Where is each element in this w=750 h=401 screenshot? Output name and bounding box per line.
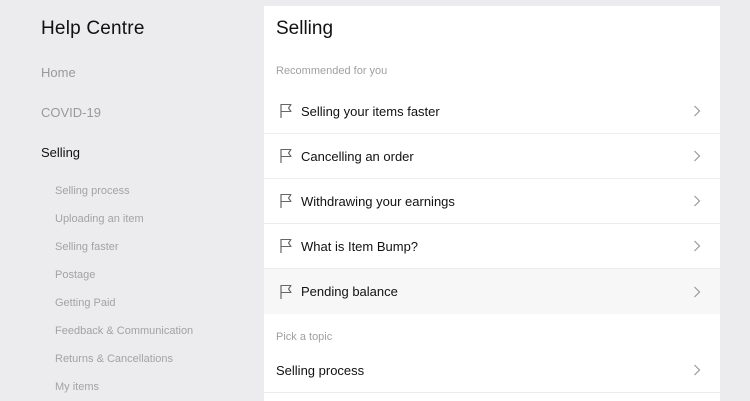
- topic-item[interactable]: Selling process: [264, 348, 720, 393]
- chevron-right-icon: [690, 104, 704, 118]
- nav-item-home[interactable]: Home: [41, 65, 76, 80]
- subnav-item-selling-faster[interactable]: Selling faster: [55, 240, 193, 268]
- chevron-right-icon: [690, 285, 704, 299]
- recommended-item[interactable]: Withdrawing your earnings: [264, 179, 720, 224]
- recommended-item[interactable]: Pending balance: [264, 269, 720, 314]
- sidebar: Help Centre Home COVID-19 Selling Sellin…: [0, 0, 264, 401]
- page-title: Selling: [276, 18, 334, 39]
- subnav-item-returns-cancellations[interactable]: Returns & Cancellations: [55, 352, 193, 380]
- subnav-item-getting-paid[interactable]: Getting Paid: [55, 296, 193, 324]
- recommended-item-label: Pending balance: [301, 284, 398, 299]
- chevron-right-icon: [690, 149, 704, 163]
- subnav-item-feedback-communication[interactable]: Feedback & Communication: [55, 324, 193, 352]
- subnav-item-uploading-an-item[interactable]: Uploading an item: [55, 212, 193, 240]
- subnav-item-my-items[interactable]: My items: [55, 380, 193, 401]
- selling-subnav: Selling process Uploading an item Sellin…: [55, 184, 193, 401]
- pick-a-topic-label: Pick a topic: [276, 331, 333, 343]
- flag-icon: [278, 148, 294, 164]
- recommended-item-label: Withdrawing your earnings: [301, 193, 455, 209]
- recommended-item-label: What is Item Bump?: [301, 238, 419, 254]
- chevron-right-icon: [690, 363, 704, 377]
- subnav-item-selling-process[interactable]: Selling process: [55, 184, 193, 212]
- main-panel: Selling Recommended for you Selling your…: [264, 6, 720, 401]
- recommended-item[interactable]: What is Item Bump?: [264, 224, 720, 269]
- recommended-item-label: Selling your items faster: [301, 103, 440, 119]
- chevron-right-icon: [690, 239, 704, 253]
- flag-icon: [278, 193, 294, 209]
- chevron-right-icon: [690, 194, 704, 208]
- recommended-label: Recommended for you: [276, 65, 388, 77]
- subnav-item-postage[interactable]: Postage: [55, 268, 193, 296]
- recommended-item[interactable]: Cancelling an order: [264, 134, 720, 179]
- recommended-item[interactable]: Selling your items faster: [264, 89, 720, 134]
- nav-item-covid[interactable]: COVID-19: [41, 105, 101, 120]
- recommended-item-label: Cancelling an order: [301, 148, 414, 164]
- nav-item-selling[interactable]: Selling: [41, 145, 80, 160]
- topic-item-label: Selling process: [276, 362, 365, 378]
- help-centre-title: Help Centre: [41, 18, 145, 39]
- flag-icon: [278, 284, 294, 300]
- flag-icon: [278, 103, 294, 119]
- flag-icon: [278, 238, 294, 254]
